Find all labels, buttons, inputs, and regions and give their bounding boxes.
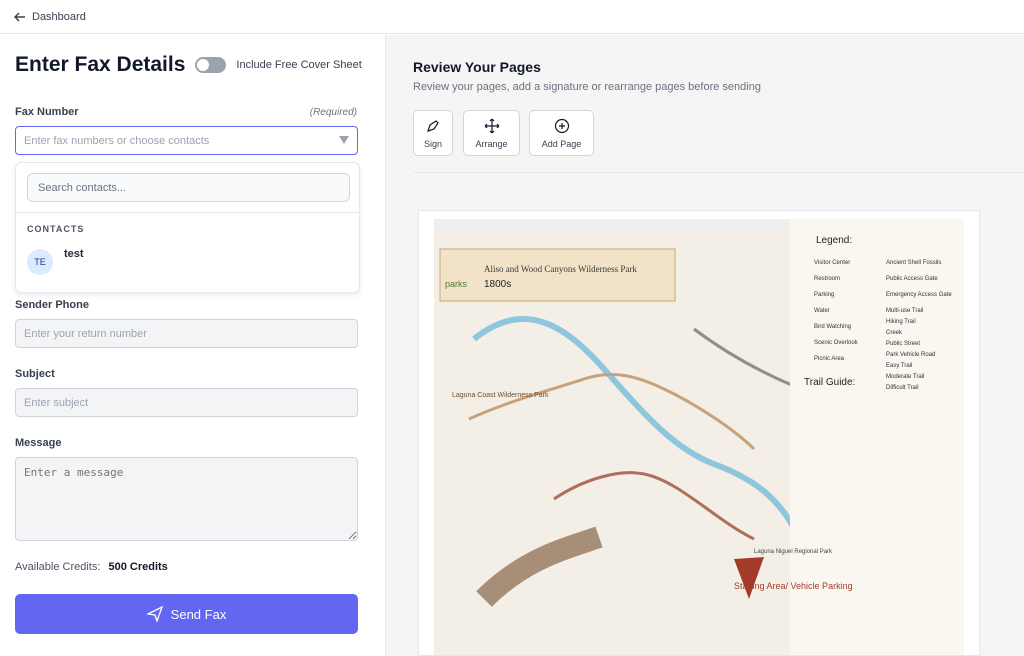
parking-label: Staging Area/ Vehicle Parking bbox=[734, 581, 853, 591]
arrow-left-icon bbox=[14, 11, 25, 22]
toolbar-divider bbox=[413, 172, 1024, 173]
legend-item: Emergency Access Gate bbox=[886, 292, 952, 298]
contacts-heading: CONTACTS bbox=[27, 224, 85, 234]
legend-item: Restroom bbox=[814, 276, 840, 282]
legend-item: Visitor Center bbox=[814, 260, 850, 266]
page-preview[interactable]: Aliso and Wood Canyons Wilderness Park p… bbox=[418, 210, 980, 656]
arrange-button[interactable]: Arrange bbox=[463, 110, 520, 156]
map-date: 1800s bbox=[484, 279, 511, 290]
legend-item: Moderate Trail bbox=[886, 374, 924, 380]
contact-avatar: TE bbox=[27, 249, 53, 275]
subject-placeholder: Enter subject bbox=[24, 396, 89, 409]
park-map-image: Aliso and Wood Canyons Wilderness Park p… bbox=[434, 219, 964, 655]
sender-phone-input[interactable]: Enter your return number bbox=[15, 319, 358, 348]
send-fax-button[interactable]: Send Fax bbox=[15, 594, 358, 634]
back-label: Dashboard bbox=[32, 10, 86, 23]
send-icon bbox=[146, 606, 163, 622]
legend-item: Hiking Trail bbox=[886, 319, 916, 325]
fax-required-label: (Required) bbox=[309, 107, 357, 118]
legend-title: Legend: bbox=[816, 235, 852, 246]
credits-value: 500 Credits bbox=[108, 561, 168, 573]
credits-row: Available Credits: 500 Credits bbox=[15, 561, 168, 573]
sender-phone-placeholder: Enter your return number bbox=[24, 327, 147, 340]
message-input[interactable] bbox=[15, 457, 358, 541]
legend-item: Public Street bbox=[886, 341, 920, 347]
fax-number-placeholder: Enter fax numbers or choose contacts bbox=[24, 134, 210, 147]
legend-item: Picnic Area bbox=[814, 356, 845, 362]
review-title: Review Your Pages bbox=[413, 59, 541, 75]
legend-item: Multi-use Trail bbox=[886, 308, 923, 314]
sign-button[interactable]: Sign bbox=[413, 110, 453, 156]
add-page-label: Add Page bbox=[541, 138, 582, 149]
subject-label: Subject bbox=[15, 368, 55, 380]
fax-details-panel: Enter Fax Details Include Free Cover She… bbox=[0, 35, 386, 656]
pen-icon bbox=[427, 119, 439, 132]
cover-sheet-label: Include Free Cover Sheet bbox=[236, 59, 362, 71]
map-title: Aliso and Wood Canyons Wilderness Park bbox=[484, 264, 637, 274]
contacts-dropdown: Search contacts... CONTACTS TE test bbox=[15, 162, 360, 293]
chevron-down-icon[interactable] bbox=[339, 136, 349, 144]
sign-label: Sign bbox=[423, 138, 442, 149]
legend-item: Easy Trail bbox=[886, 363, 912, 369]
legend-item: Creek bbox=[886, 330, 903, 336]
search-contacts-placeholder: Search contacts... bbox=[38, 181, 127, 194]
legend-item: Parking bbox=[814, 292, 834, 298]
contact-name: test bbox=[64, 248, 84, 260]
plus-circle-icon bbox=[554, 118, 569, 133]
top-bar: Dashboard bbox=[0, 0, 1024, 34]
page-title: Enter Fax Details bbox=[15, 53, 186, 76]
sender-phone-label: Sender Phone bbox=[15, 299, 89, 311]
regional-park-label: Laguna Niguel Regional Park bbox=[754, 549, 833, 555]
move-icon bbox=[484, 118, 499, 133]
legend-item: Water bbox=[814, 308, 830, 314]
back-to-dashboard-link[interactable]: Dashboard bbox=[14, 11, 86, 23]
send-fax-label: Send Fax bbox=[170, 606, 227, 622]
message-label: Message bbox=[15, 437, 62, 449]
map-logo-text: parks bbox=[445, 279, 468, 289]
cover-sheet-toggle[interactable] bbox=[195, 57, 227, 73]
credits-label: Available Credits: bbox=[15, 561, 101, 573]
legend-item: Park Vehicle Road bbox=[886, 352, 935, 358]
fax-number-input[interactable]: Enter fax numbers or choose contacts bbox=[15, 126, 358, 155]
region-label: Laguna Coast Wilderness Park bbox=[452, 392, 549, 399]
subject-input[interactable]: Enter subject bbox=[15, 388, 358, 417]
legend-item: Bird Watching bbox=[814, 324, 851, 330]
arrange-label: Arrange bbox=[475, 138, 508, 149]
legend-item: Ancient Shell Fossils bbox=[886, 260, 941, 266]
legend-item: Public Access Gate bbox=[886, 276, 938, 282]
dropdown-divider bbox=[16, 212, 359, 213]
search-contacts-input[interactable]: Search contacts... bbox=[27, 173, 350, 202]
trail-guide-title: Trail Guide: bbox=[804, 377, 855, 388]
review-subtitle: Review your pages, add a signature or re… bbox=[413, 81, 761, 93]
legend-item: Difficult Trail bbox=[886, 385, 919, 391]
add-page-button[interactable]: Add Page bbox=[529, 110, 594, 156]
fax-number-label: Fax Number bbox=[15, 106, 79, 118]
legend-item: Scenic Overlook bbox=[814, 340, 859, 346]
contact-item[interactable]: TE test bbox=[27, 248, 84, 275]
